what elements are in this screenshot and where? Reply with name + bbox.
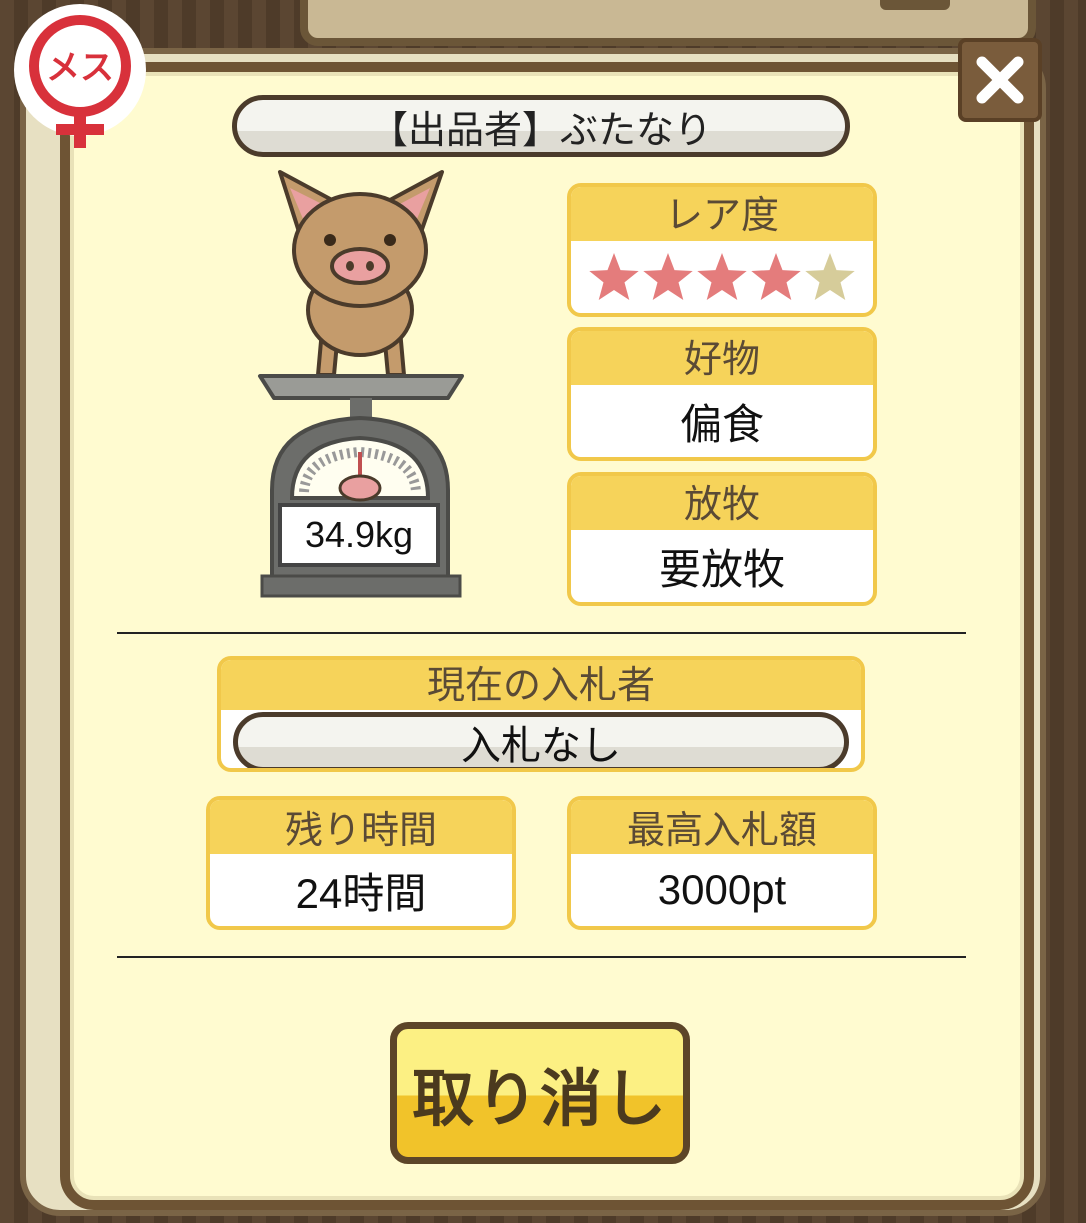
rarity-card: レア度 [567,183,877,317]
seller-name: 【出品者】ぶたなり [232,95,850,157]
rarity-label: レア度 [571,187,873,241]
star-filled-icon [643,253,693,300]
favorite-food-card: 好物 偏食 [567,327,877,461]
gender-label: メス [46,48,114,88]
header-button [880,0,950,10]
favorite-label: 好物 [571,331,873,385]
star-filled-icon [589,253,639,300]
divider-bottom [117,956,966,958]
time-left-value: 24時間 [295,869,427,917]
close-button[interactable] [958,38,1042,122]
highest-bid-label: 最高入札額 [571,800,873,854]
highest-bid-card: 最高入札額 3000pt [567,796,877,930]
grazing-label: 放牧 [571,476,873,530]
current-bidder-value: 入札なし [233,712,849,768]
favorite-value: 偏食 [679,399,764,449]
time-left-label: 残り時間 [210,800,512,854]
current-bidder-card: 現在の入札者 入札なし [217,656,865,772]
highest-bid-value: 3000pt [657,866,787,913]
star-filled-icon [751,253,801,300]
star-empty-icon [805,253,855,300]
current-bidder-label: 現在の入札者 [221,660,861,710]
female-gender-icon: メス [12,2,148,152]
grazing-value: 要放牧 [658,544,785,594]
rarity-stars [571,241,873,313]
star-filled-icon [697,253,747,300]
pig-weight: 34.9kg [278,503,440,567]
time-left-card: 残り時間 24時間 [206,796,516,930]
divider-top [117,632,966,634]
cancel-bid-button[interactable]: 取り消し [390,1022,690,1164]
close-icon [976,56,1024,104]
grazing-card: 放牧 要放牧 [567,472,877,606]
